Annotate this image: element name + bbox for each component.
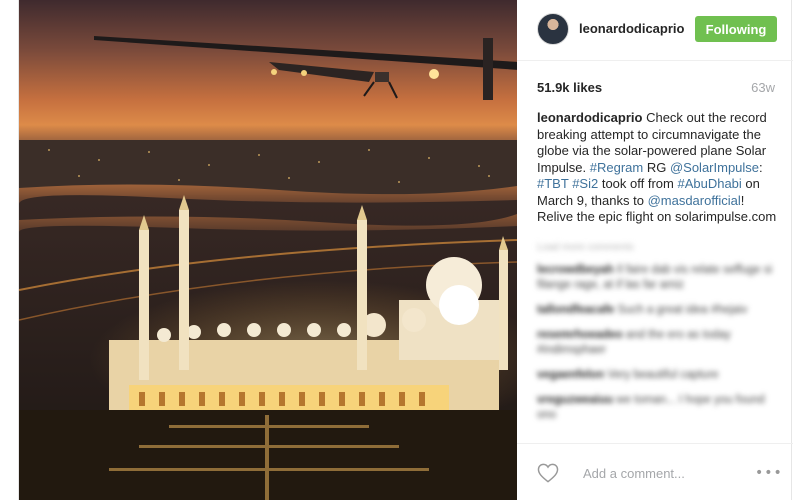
comment-username[interactable]: vegaenfelon	[537, 369, 604, 381]
photo-artwork	[19, 36, 517, 500]
comment-item: vreguzweaiuu we toman... I hope you foun…	[537, 393, 777, 423]
add-comment-input[interactable]	[583, 462, 743, 484]
hashtag-tbt[interactable]: #TBT	[537, 176, 569, 191]
avatar[interactable]	[537, 13, 569, 45]
blurred-comments: Load more comments lecrowdbeyah Il faire…	[537, 240, 777, 433]
caption-text-2: RG	[643, 159, 670, 175]
comment-username[interactable]: tallondfeacafe	[537, 304, 614, 316]
post-photo[interactable]	[19, 0, 517, 500]
caption-text-5: took off from	[598, 176, 678, 191]
comment-text: Very beautiful capture	[607, 369, 719, 381]
hashtag-abudhabi[interactable]: #AbuDhabi	[677, 176, 741, 191]
caption-username[interactable]: leonardodicaprio	[537, 110, 642, 125]
load-more-text: Load more comments	[537, 242, 634, 253]
heart-outline-icon[interactable]	[537, 463, 559, 483]
comment-item: vegaenfelon Very beautiful capture	[537, 368, 777, 383]
comment-item: resemrhoeadeo and the ero as today #indi…	[537, 328, 777, 358]
comment-item: lecrowdbeyah Il faire dab vis relate sef…	[537, 263, 777, 293]
post-footer: •••	[517, 443, 793, 501]
post-side-panel: leonardodicaprio Following 51.9k likes 6…	[517, 0, 793, 500]
post-age[interactable]: 63w	[751, 80, 775, 95]
likes-count[interactable]: 51.9k likes	[537, 80, 602, 95]
post-caption: leonardodicaprio Check out the record br…	[537, 110, 777, 226]
solar-plane	[94, 36, 517, 100]
instagram-post: leonardodicaprio Following 51.9k likes 6…	[18, 0, 793, 500]
comment-username[interactable]: resemrhoeadeo	[537, 329, 623, 341]
hashtag-regram[interactable]: #Regram	[590, 160, 643, 175]
caption-text-3: :	[759, 159, 763, 175]
comment-item: tallondfeacafe Such a great idea #hejaiv	[537, 303, 777, 318]
following-button[interactable]: Following	[695, 16, 777, 42]
comment-username[interactable]: lecrowdbeyah	[537, 264, 614, 276]
post-username[interactable]: leonardodicaprio	[579, 21, 684, 36]
hashtag-si2[interactable]: #Si2	[572, 176, 598, 191]
mention-masdarofficial[interactable]: @masdarofficial	[648, 193, 741, 208]
comment-username[interactable]: vreguzweaiuu	[537, 394, 613, 406]
comment-text: Such a great idea #hejaiv	[617, 304, 748, 316]
mention-solarimpulse[interactable]: @SolarImpulse	[670, 160, 759, 175]
ellipsis-icon[interactable]: •••	[755, 462, 782, 484]
load-more-comments[interactable]: Load more comments	[537, 240, 777, 255]
post-header: leonardodicaprio Following	[517, 0, 793, 61]
